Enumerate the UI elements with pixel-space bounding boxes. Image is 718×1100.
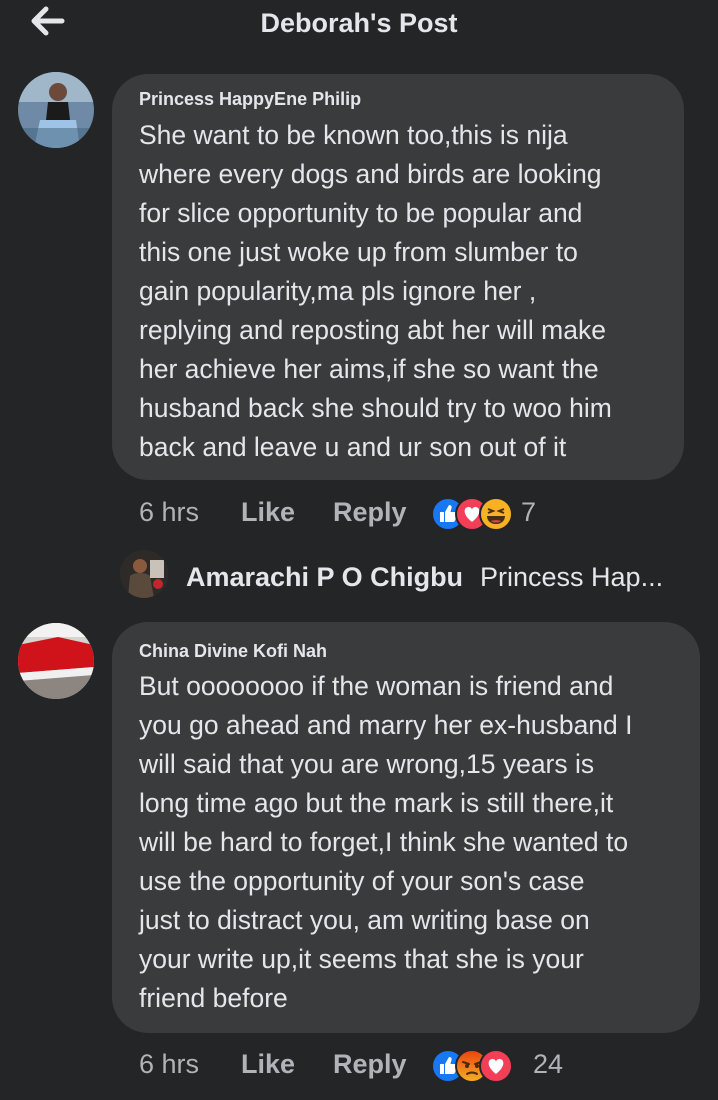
reaction-summary[interactable]: 24 bbox=[431, 1049, 581, 1083]
reply-author[interactable]: Amarachi P O Chigbu bbox=[186, 562, 463, 593]
avatar-photo-icon bbox=[120, 550, 168, 598]
comment-text-line: husband back she should try to woo him bbox=[139, 393, 612, 423]
comment-author[interactable]: China Divine Kofi Nah bbox=[139, 641, 327, 662]
comment-text-line: replying and reposting abt her will make bbox=[139, 315, 606, 345]
comment-text-line: back and leave u and ur son out of it bbox=[139, 432, 567, 462]
comment-text-line: where every dogs and birds are looking bbox=[139, 159, 602, 189]
comment-text-line: will said that you are wrong,15 years is bbox=[139, 749, 595, 779]
comment-bubble[interactable]: China Divine Kofi Nah But oooooooo if th… bbox=[112, 622, 700, 1033]
comment-author[interactable]: Princess HappyEne Philip bbox=[139, 89, 361, 110]
reaction-count: 24 bbox=[533, 1049, 564, 1079]
love-reaction-icon bbox=[479, 1049, 513, 1083]
comment-timestamp[interactable]: 6 hrs bbox=[139, 497, 199, 528]
comment-text-line: you go ahead and marry her ex-husband I bbox=[139, 710, 633, 740]
comment-actions: 6 hrs Like Reply 24 bbox=[139, 1049, 699, 1089]
avatar-photo-icon bbox=[18, 623, 94, 699]
reply-snippet: Princess Hap... bbox=[480, 562, 664, 592]
avatar-photo-icon bbox=[18, 72, 94, 148]
reply-button[interactable]: Reply bbox=[333, 1049, 407, 1080]
comment-text-line: use the opportunity of your son's case bbox=[139, 866, 585, 896]
like-button[interactable]: Like bbox=[241, 1049, 295, 1080]
comment-text-line: long time ago but the mark is still ther… bbox=[139, 788, 614, 818]
comment-actions: 6 hrs Like Reply 7 bbox=[139, 497, 699, 537]
comment-text-line: just to distract you, am writing base on bbox=[139, 905, 590, 935]
comment-text-line: will be hard to forget,I think she wante… bbox=[139, 827, 629, 857]
comment-text-line: for slice opportunity to be popular and bbox=[139, 198, 583, 228]
page-title: Deborah's Post bbox=[260, 8, 458, 38]
comment-text-line: your write up,it seems that she is your bbox=[139, 944, 584, 974]
reaction-summary[interactable]: 7 bbox=[431, 497, 571, 531]
haha-reaction-icon bbox=[479, 497, 513, 531]
comment-text-line: She want to be known too,this is nija bbox=[139, 120, 568, 150]
top-bar: Deborah's Post bbox=[0, 0, 718, 52]
avatar[interactable] bbox=[18, 72, 94, 148]
reply-button[interactable]: Reply bbox=[333, 497, 407, 528]
reply-preview[interactable]: Amarachi P O Chigbu Princess Hap... bbox=[186, 562, 706, 612]
comment-text-line: gain popularity,ma pls ignore her , bbox=[139, 276, 537, 306]
avatar[interactable] bbox=[18, 623, 94, 699]
like-button[interactable]: Like bbox=[241, 497, 295, 528]
comment-text-line: her achieve her aims,if she so want the bbox=[139, 354, 599, 384]
comment-timestamp[interactable]: 6 hrs bbox=[139, 1049, 199, 1080]
post-comments-page: Deborah's Post Princess HappyEne Philip … bbox=[0, 0, 718, 1100]
reply-avatar[interactable] bbox=[120, 550, 168, 598]
comment-text-line: this one just woke up from slumber to bbox=[139, 237, 578, 267]
comment-text-line: friend before bbox=[139, 983, 288, 1013]
reaction-count: 7 bbox=[521, 497, 537, 527]
comment-bubble[interactable]: Princess HappyEne Philip She want to be … bbox=[112, 74, 684, 480]
comment-text-line: But oooooooo if the woman is friend and bbox=[139, 671, 614, 701]
